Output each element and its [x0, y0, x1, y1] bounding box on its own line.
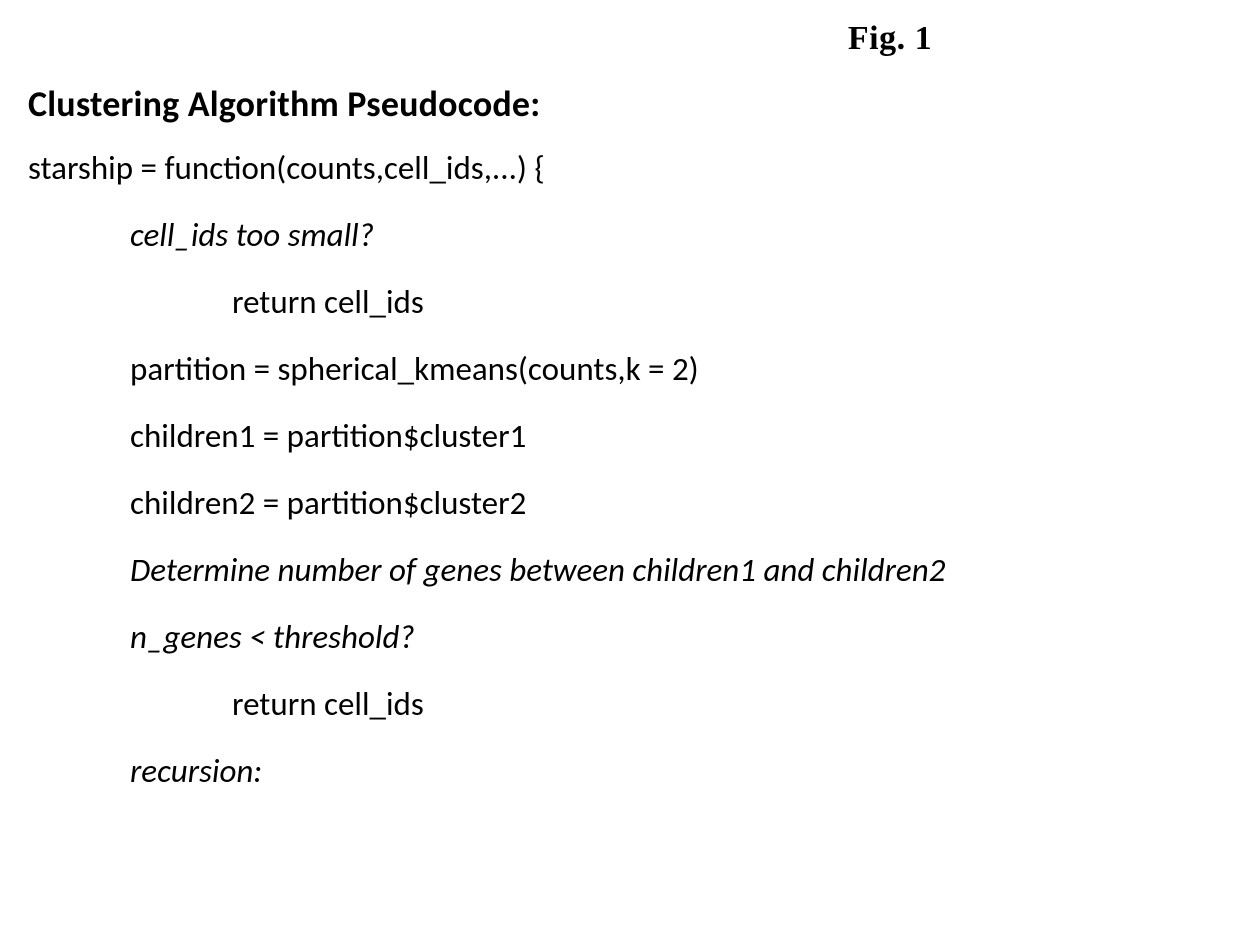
code-line-9: recursion: — [28, 755, 1212, 788]
code-line-8: return cell_ids — [28, 688, 1212, 721]
figure-label: Fig. 1 — [568, 20, 1212, 58]
code-line-1: cell_ids too small? — [28, 219, 1212, 252]
code-line-0: starship = function(counts,cell_ids,...)… — [28, 152, 1212, 185]
pseudocode-heading: Clustering Algorithm Pseudocode: — [28, 82, 1212, 126]
code-line-5: children2 = partition$cluster2 — [28, 487, 1212, 520]
code-line-7: n_genes < threshold? — [28, 621, 1212, 654]
code-line-2: return cell_ids — [28, 286, 1212, 319]
code-line-4: children1 = partition$cluster1 — [28, 420, 1212, 453]
code-line-3: partition = spherical_kmeans(counts,k = … — [28, 353, 1212, 386]
code-line-6: Determine number of genes between childr… — [28, 554, 1212, 587]
